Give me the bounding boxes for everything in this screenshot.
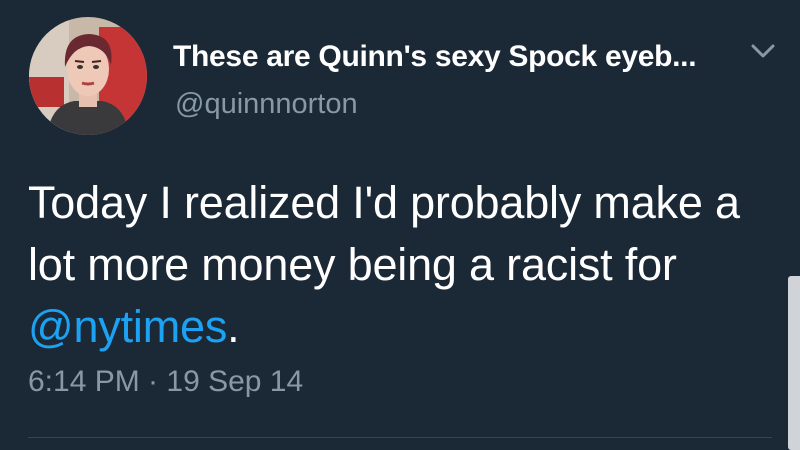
divider [28, 437, 772, 438]
tweet-timestamp[interactable]: 6:14 PM · 19 Sep 14 [28, 365, 303, 399]
mention-link[interactable]: @nytimes [28, 301, 227, 352]
tweet-text-before: Today I realized I'd probably make a lot… [28, 177, 740, 290]
avatar-photo [29, 17, 147, 135]
tweet-text: Today I realized I'd probably make a lot… [28, 172, 773, 358]
tweet-card: These are Quinn's sexy Spock eyeb... @qu… [0, 0, 800, 450]
author-handle[interactable]: @quinnnorton [175, 88, 358, 121]
avatar[interactable] [29, 17, 147, 135]
chevron-down-icon[interactable] [747, 40, 779, 64]
author-display-name[interactable]: These are Quinn's sexy Spock eyeb... [173, 40, 697, 74]
scrollbar-thumb[interactable] [788, 276, 800, 450]
tweet-text-after: . [227, 301, 240, 352]
